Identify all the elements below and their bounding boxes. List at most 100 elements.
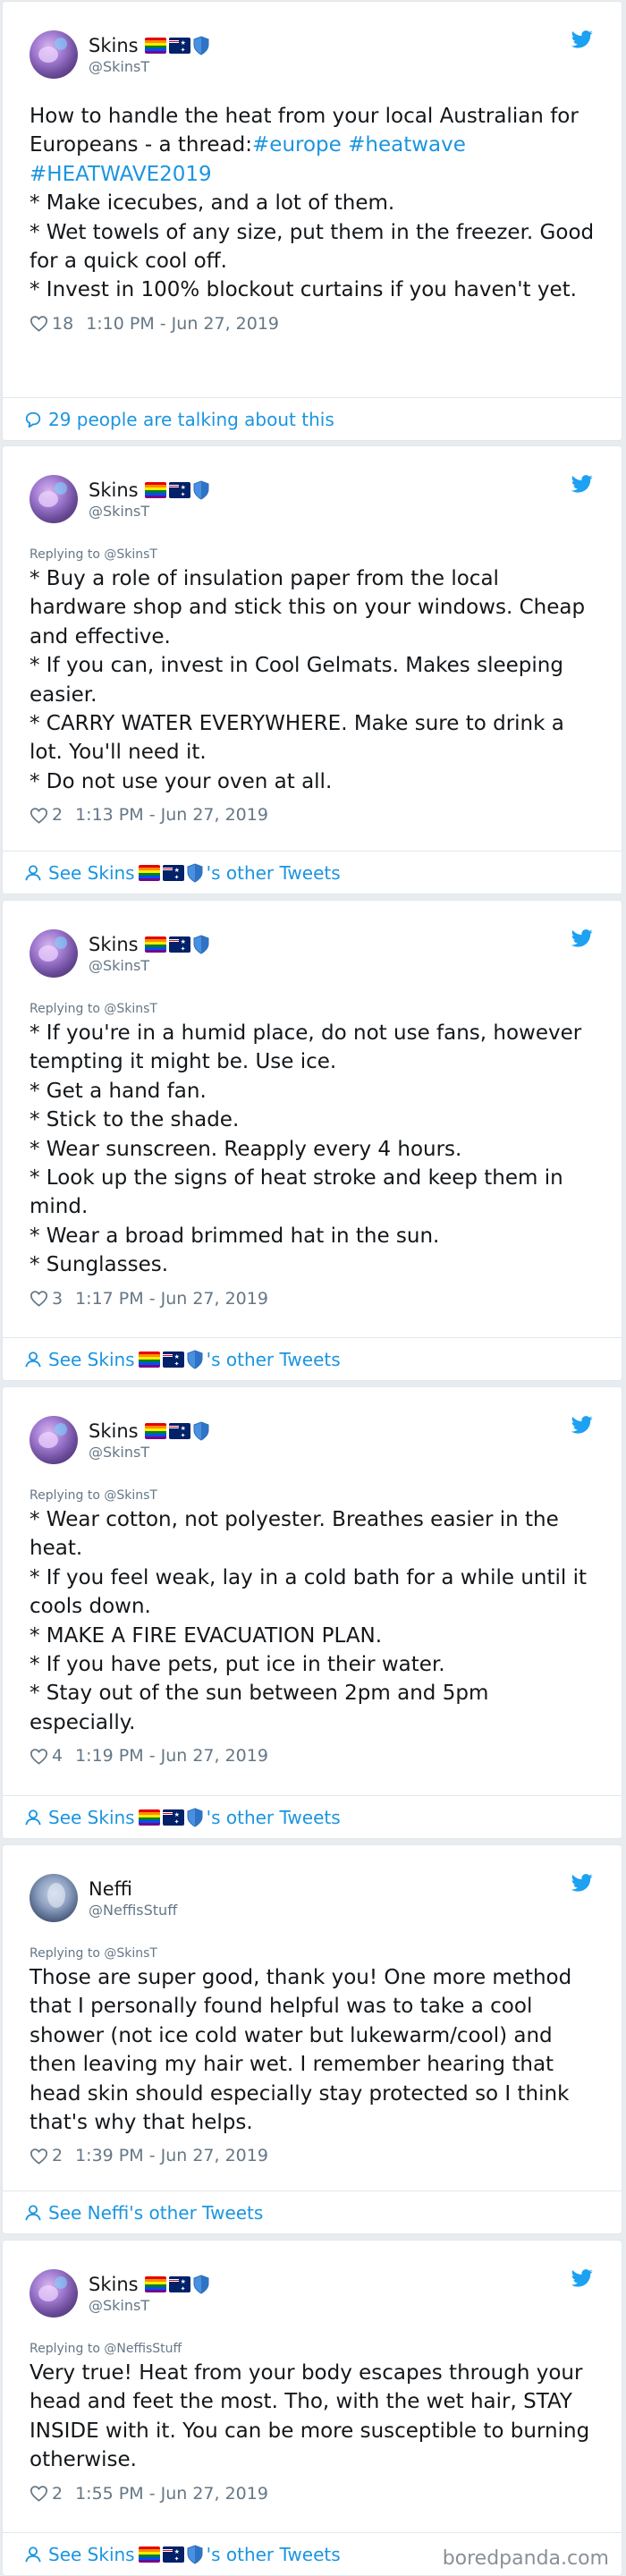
tweet-timestamp[interactable]: 1:55 PM - Jun 27, 2019 <box>75 2484 268 2504</box>
avatar[interactable] <box>30 2269 78 2318</box>
tweet-header: Neffi @NeffisStuff <box>30 1872 595 1924</box>
tweet-text: * If you're in a humid place, do not use… <box>30 1021 582 1277</box>
heart-icon[interactable] <box>30 807 48 824</box>
tweet-timestamp[interactable]: 1:17 PM - Jun 27, 2019 <box>75 1289 268 1309</box>
tweet-header: Skins @SkinsT <box>30 29 595 80</box>
twitter-bird-icon[interactable] <box>571 475 593 493</box>
tweet-card-5: Neffi @NeffisStuff Replying to @SkinsT T… <box>2 1844 622 2234</box>
twitter-bird-icon[interactable] <box>571 30 593 48</box>
rainbow-flag-icon <box>144 481 166 498</box>
tweet-meta: 2 1:39 PM - Jun 27, 2019 <box>30 2142 595 2169</box>
reply-to-label[interactable]: Replying to @SkinsT <box>30 1487 595 1504</box>
other-tweets-label[interactable]: See Skins <box>48 1807 135 1828</box>
other-tweets-suffix[interactable]: 's other Tweets <box>207 862 341 884</box>
tweet-text: * Wear cotton, not polyester. Breathes e… <box>30 1508 588 1734</box>
author-name[interactable]: Skins <box>89 2273 139 2296</box>
rainbow-flag-icon <box>144 1422 166 1439</box>
heart-icon[interactable] <box>30 315 48 333</box>
author-name[interactable]: Skins <box>89 479 139 502</box>
other-tweets-link[interactable]: See Skins 's other Tweets <box>3 1337 622 1380</box>
author-name[interactable]: Skins <box>89 933 139 956</box>
author-handle[interactable]: @SkinsT <box>89 58 209 76</box>
reply-to-label[interactable]: Replying to @SkinsT <box>30 1945 595 1962</box>
like-count: 3 <box>52 1288 63 1309</box>
profile-icon <box>25 2204 41 2220</box>
australia-flag-icon <box>162 1809 184 1826</box>
other-tweets-label[interactable]: See Skins <box>48 2544 135 2565</box>
other-tweets-link[interactable]: See Skins 's other Tweets <box>3 1795 622 1838</box>
profile-icon <box>25 1351 41 1367</box>
profile-icon <box>25 864 41 880</box>
twitter-bird-icon[interactable] <box>571 1874 593 1892</box>
other-tweets-link[interactable]: See Skins 's other Tweets <box>3 851 622 894</box>
reply-to-label[interactable]: Replying to @SkinsT <box>30 1001 595 1017</box>
conversation-link[interactable]: 29 people are talking about this <box>3 397 622 440</box>
tweet-card-6: Skins @SkinsT Replying to @NeffisStuff V… <box>2 2240 622 2576</box>
australia-flag-icon <box>162 864 184 881</box>
tweet-meta: 4 1:19 PM - Jun 27, 2019 <box>30 1742 595 1769</box>
tweet-card-4: Skins @SkinsT Replying to @SkinsT * Wear… <box>2 1386 622 1839</box>
like-count: 2 <box>52 2146 63 2166</box>
rainbow-flag-icon <box>144 936 166 953</box>
author-handle[interactable]: @SkinsT <box>89 957 209 975</box>
tweet-timestamp[interactable]: 1:19 PM - Jun 27, 2019 <box>75 1746 268 1766</box>
shield-icon <box>187 2544 203 2564</box>
shield-icon <box>187 1807 203 1827</box>
tweet-timestamp[interactable]: 1:13 PM - Jun 27, 2019 <box>75 805 268 825</box>
rainbow-flag-icon <box>144 2275 166 2292</box>
heart-icon[interactable] <box>30 1290 48 1307</box>
profile-icon <box>25 1809 41 1825</box>
rainbow-flag-icon <box>138 1351 160 1368</box>
australia-flag-icon <box>168 37 190 54</box>
other-tweets-suffix[interactable]: 's other Tweets <box>207 2544 341 2565</box>
tweet-meta: 2 1:13 PM - Jun 27, 2019 <box>30 801 595 828</box>
shield-icon <box>193 479 209 500</box>
author-handle[interactable]: @SkinsT <box>89 1444 209 1462</box>
heart-icon[interactable] <box>30 2148 48 2165</box>
tweet-timestamp[interactable]: 1:39 PM - Jun 27, 2019 <box>75 2146 268 2165</box>
author-name[interactable]: Skins <box>89 1419 139 1443</box>
australia-flag-icon <box>168 2275 190 2292</box>
avatar[interactable] <box>30 30 78 79</box>
other-tweets-label[interactable]: See Neffi's other Tweets <box>48 2202 263 2224</box>
avatar[interactable] <box>30 1874 78 1922</box>
tweet-timestamp[interactable]: 1:10 PM - Jun 27, 2019 <box>86 314 279 334</box>
heart-icon[interactable] <box>30 2485 48 2502</box>
australia-flag-icon <box>168 1422 190 1439</box>
tweet-text-body: * Make icecubes, and a lot of them. * We… <box>30 191 595 302</box>
other-tweets-label[interactable]: See Skins <box>48 1349 135 1370</box>
other-tweets-label[interactable]: See Skins <box>48 862 135 884</box>
tweet-header: Skins @SkinsT <box>30 928 595 979</box>
tweet-meta: 18 1:10 PM - Jun 27, 2019 <box>30 310 595 337</box>
other-tweets-suffix[interactable]: 's other Tweets <box>207 1807 341 1828</box>
shield-icon <box>187 862 203 883</box>
tweet-text: Very true! Heat from your body escapes t… <box>30 2361 590 2472</box>
author-handle[interactable]: @NeffisStuff <box>89 1902 177 1919</box>
author-handle[interactable]: @SkinsT <box>89 503 209 521</box>
author-name[interactable]: Neffi <box>89 1877 132 1901</box>
reply-to-label[interactable]: Replying to @NeffisStuff <box>30 2341 595 2357</box>
shield-icon <box>193 1420 209 1441</box>
tweet-card-3: Skins @SkinsT Replying to @SkinsT * If y… <box>2 900 622 1381</box>
tweet-header: Skins @SkinsT <box>30 1414 595 1466</box>
tweet-meta: 3 1:17 PM - Jun 27, 2019 <box>30 1285 595 1312</box>
conversation-link-label[interactable]: 29 people are talking about this <box>48 409 334 430</box>
shield-icon <box>187 1349 203 1369</box>
other-tweets-link[interactable]: See Neffi's other Tweets <box>3 2190 622 2233</box>
avatar[interactable] <box>30 1416 78 1464</box>
profile-icon <box>25 2546 41 2562</box>
heart-icon[interactable] <box>30 1748 48 1765</box>
twitter-bird-icon[interactable] <box>571 1416 593 1434</box>
author-handle[interactable]: @SkinsT <box>89 2297 209 2315</box>
author-name[interactable]: Skins <box>89 34 139 57</box>
reply-to-label[interactable]: Replying to @SkinsT <box>30 547 595 563</box>
twitter-bird-icon[interactable] <box>571 929 593 947</box>
like-count: 18 <box>52 313 74 334</box>
twitter-bird-icon[interactable] <box>571 2269 593 2287</box>
shield-icon <box>193 2274 209 2294</box>
australia-flag-icon <box>162 1351 184 1368</box>
other-tweets-suffix[interactable]: 's other Tweets <box>207 1349 341 1370</box>
avatar[interactable] <box>30 475 78 523</box>
rainbow-flag-icon <box>138 864 160 881</box>
avatar[interactable] <box>30 929 78 978</box>
